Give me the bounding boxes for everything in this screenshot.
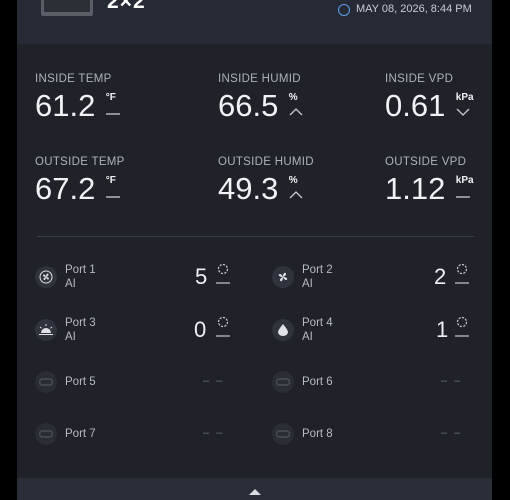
controller-card: 2×2 MAY 08, 2026, 8:44 PM INSIDE TEMP 61… xyxy=(17,0,492,500)
port-3-mode: AI xyxy=(65,331,76,343)
device-image xyxy=(41,0,93,16)
port-5-name: Port 5 xyxy=(65,376,96,388)
unplugged-icon xyxy=(272,423,294,445)
port-6-name: Port 6 xyxy=(302,376,333,388)
trend-flat-icon xyxy=(105,113,120,115)
port-1-row[interactable]: Port 1 AI 5 xyxy=(35,262,233,292)
port-4-row[interactable]: Port 4 AI 1 xyxy=(272,315,470,345)
port-3-name: Port 3 xyxy=(65,317,96,329)
unplugged-icon xyxy=(35,423,57,445)
level-dial-icon xyxy=(455,316,469,337)
port-4-name: Port 4 xyxy=(302,317,333,329)
inside-vpd-metric[interactable]: INSIDE VPD 0.61 kPa xyxy=(385,73,484,123)
level-dial-icon xyxy=(216,263,230,284)
inside-temp-metric[interactable]: INSIDE TEMP 61.2 °F xyxy=(35,73,134,123)
collapse-bar[interactable] xyxy=(17,478,492,500)
chevron-up-icon[interactable] xyxy=(249,489,261,495)
section-divider xyxy=(37,236,474,237)
device-name: 2×2 xyxy=(107,0,146,13)
trend-down-icon xyxy=(456,108,470,116)
trend-flat-icon xyxy=(455,196,470,198)
unplugged-icon xyxy=(272,371,294,393)
port-3-level: 0 xyxy=(194,317,207,342)
device-header[interactable]: 2×2 MAY 08, 2026, 8:44 PM xyxy=(17,0,492,44)
inside-vpd-value: 0.61 xyxy=(385,88,446,123)
inside-humid-unit: % xyxy=(288,92,298,103)
port-6-level: – – xyxy=(441,375,463,387)
inside-temp-label: INSIDE TEMP xyxy=(35,73,112,85)
unplugged-icon xyxy=(35,371,57,393)
outside-humid-unit: % xyxy=(288,175,298,186)
humidifier-drop-icon xyxy=(272,319,294,341)
outside-vpd-metric[interactable]: OUTSIDE VPD 1.12 kPa xyxy=(385,156,484,206)
inside-temp-value: 61.2 xyxy=(35,88,96,123)
grow-light-icon xyxy=(35,319,57,341)
port-1-name: Port 1 xyxy=(65,264,96,276)
port-7-name: Port 7 xyxy=(65,428,96,440)
port-2-mode: AI xyxy=(302,278,313,290)
port-3-row[interactable]: Port 3 AI 0 xyxy=(35,315,233,345)
port-5-level: – – xyxy=(203,375,225,387)
outside-vpd-label: OUTSIDE VPD xyxy=(385,156,467,168)
port-5-row[interactable]: Port 5 – – xyxy=(35,367,233,397)
port-2-level: 2 xyxy=(434,264,447,289)
port-7-level: – – xyxy=(203,427,225,439)
fan-icon xyxy=(272,266,294,288)
port-8-row[interactable]: Port 8 – – xyxy=(272,419,470,449)
outside-humid-metric[interactable]: OUTSIDE HUMID 49.3 % xyxy=(218,156,317,206)
trend-up-icon xyxy=(289,191,303,199)
outside-temp-label: OUTSIDE TEMP xyxy=(35,156,125,168)
outside-temp-metric[interactable]: OUTSIDE TEMP 67.2 °F xyxy=(35,156,134,206)
inside-vpd-unit: kPa xyxy=(455,92,474,103)
trend-up-icon xyxy=(289,108,303,116)
port-2-row[interactable]: Port 2 AI 2 xyxy=(272,262,470,292)
trend-flat-icon xyxy=(105,196,120,198)
outside-humid-label: OUTSIDE HUMID xyxy=(218,156,314,168)
inside-temp-unit: °F xyxy=(105,92,116,103)
port-4-level: 1 xyxy=(436,317,449,342)
inside-humid-metric[interactable]: INSIDE HUMID 66.5 % xyxy=(218,73,317,123)
clock-icon xyxy=(338,4,350,16)
inside-humid-label: INSIDE HUMID xyxy=(218,73,301,85)
outside-temp-unit: °F xyxy=(105,175,116,186)
port-1-level: 5 xyxy=(195,264,208,289)
outside-temp-value: 67.2 xyxy=(35,171,96,206)
port-7-row[interactable]: Port 7 – – xyxy=(35,419,233,449)
port-4-mode: AI xyxy=(302,331,313,343)
inside-vpd-label: INSIDE VPD xyxy=(385,73,454,85)
outside-humid-value: 49.3 xyxy=(218,171,279,206)
port-8-level: – – xyxy=(441,427,463,439)
port-2-name: Port 2 xyxy=(302,264,333,276)
outside-vpd-unit: kPa xyxy=(455,175,474,186)
outside-vpd-value: 1.12 xyxy=(385,171,446,206)
port-8-name: Port 8 xyxy=(302,428,333,440)
port-6-row[interactable]: Port 6 – – xyxy=(272,367,470,397)
timestamp: MAY 08, 2026, 8:44 PM xyxy=(356,3,472,15)
level-dial-icon xyxy=(216,316,230,337)
fan-icon xyxy=(35,266,57,288)
port-1-mode: AI xyxy=(65,278,76,290)
inside-humid-value: 66.5 xyxy=(218,88,279,123)
level-dial-icon xyxy=(455,263,469,284)
